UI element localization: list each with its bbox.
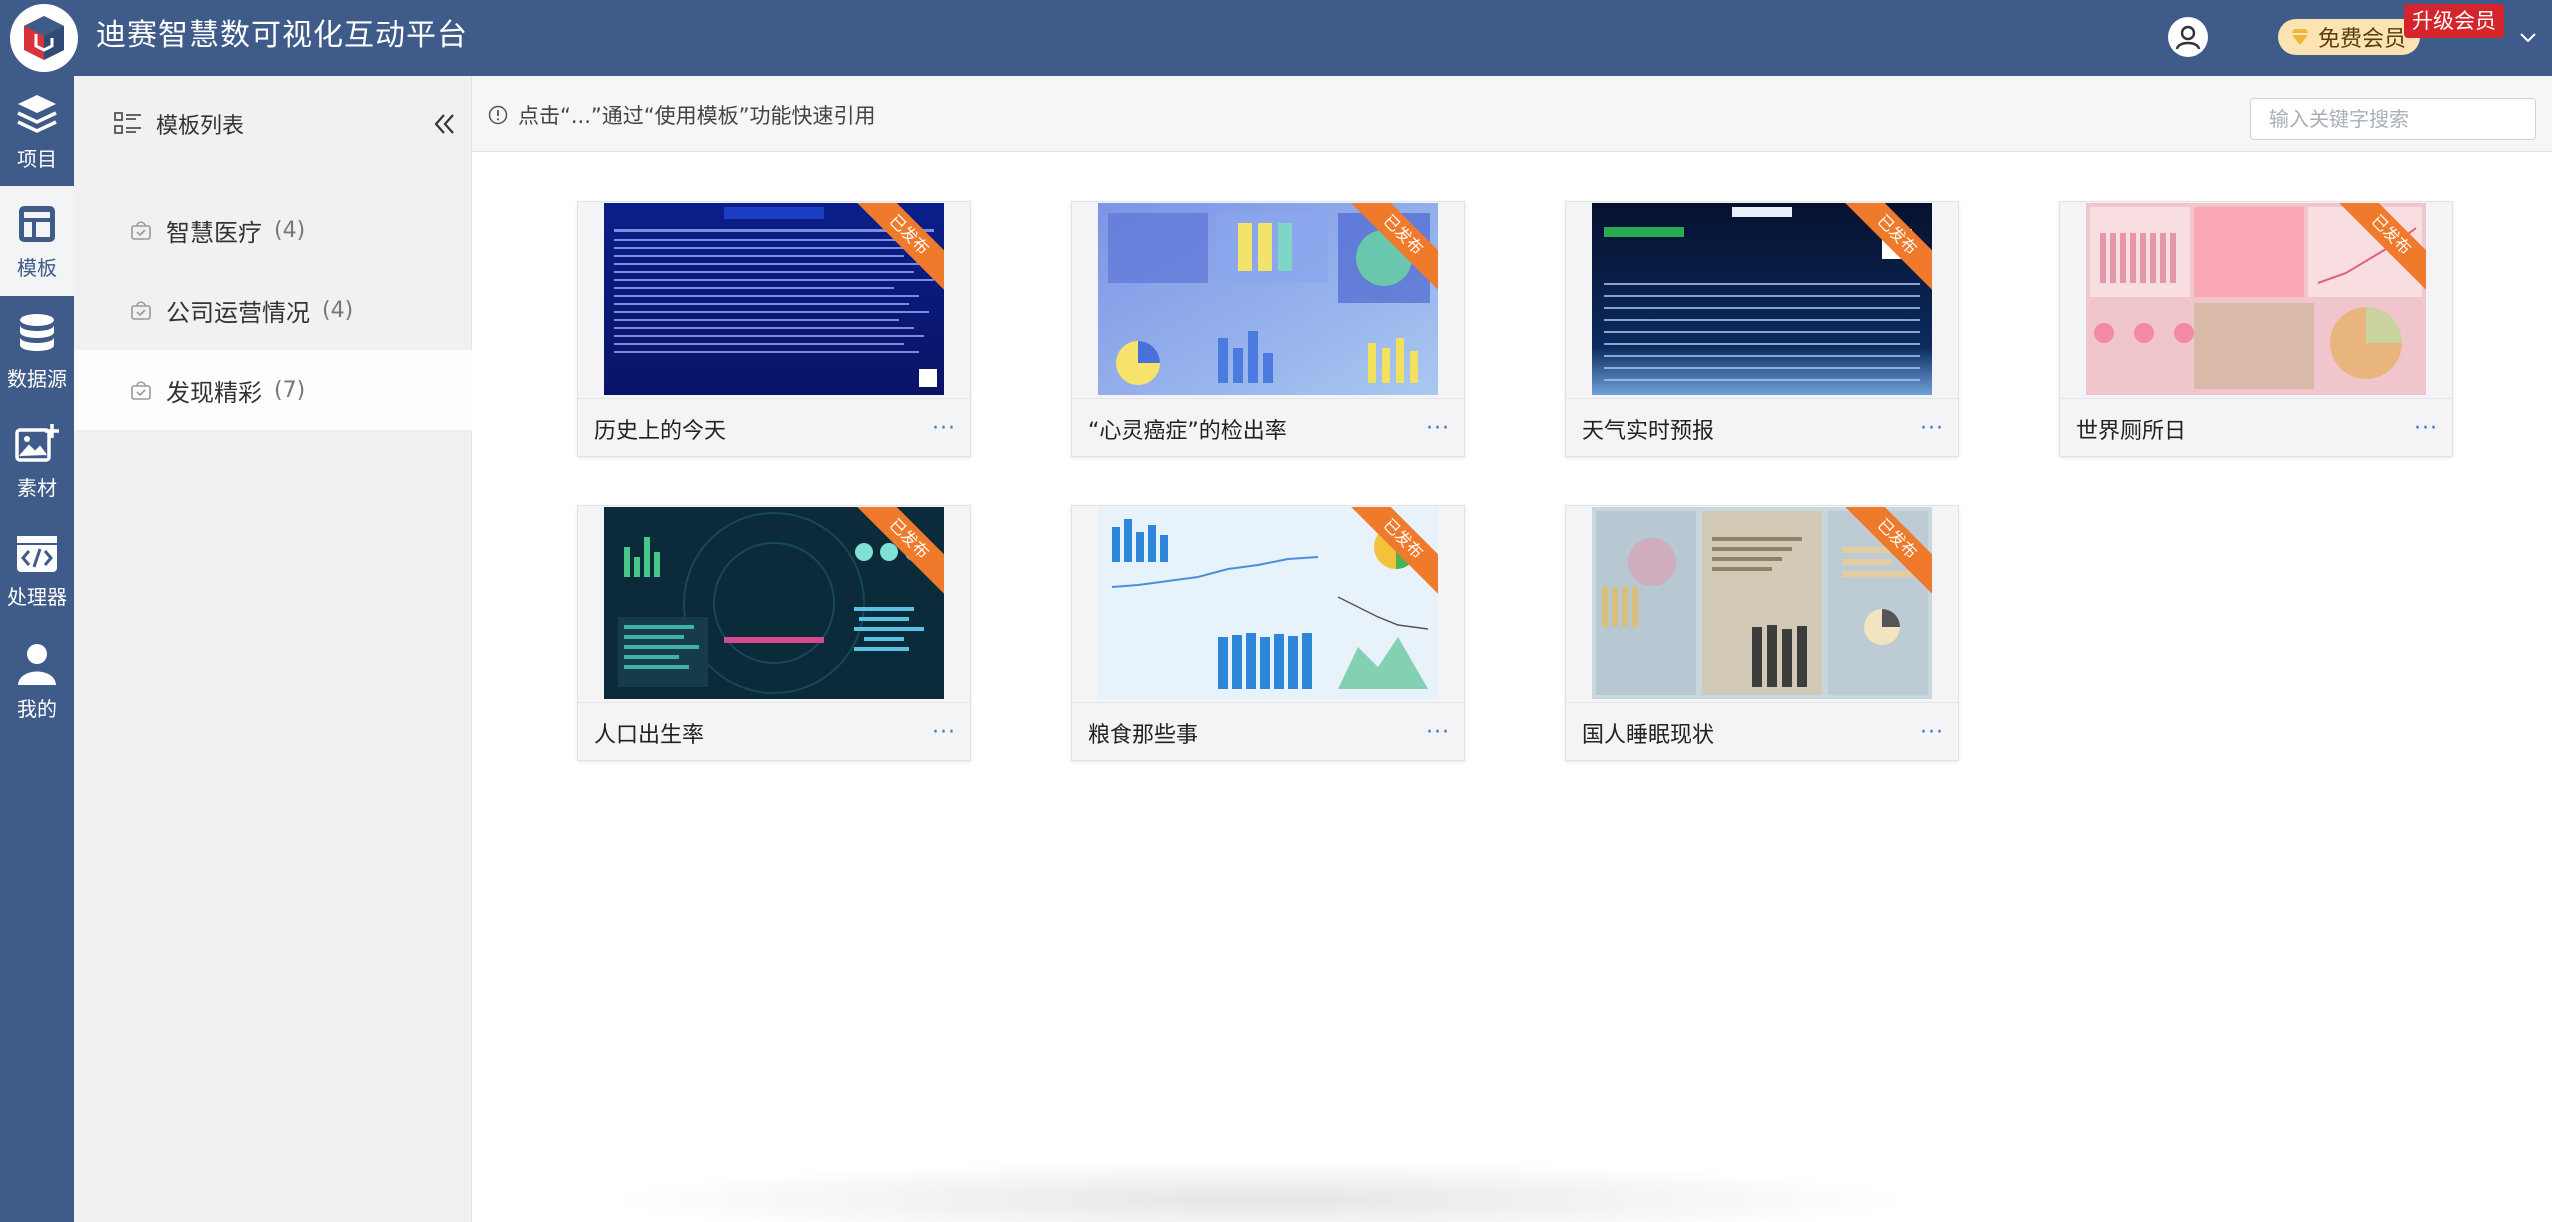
- template-icon: [19, 205, 55, 242]
- category-count: (4): [322, 297, 354, 323]
- image-add-icon: [15, 423, 59, 462]
- nav-label: 数据源: [7, 366, 67, 391]
- category-name: 智慧医疗: [166, 218, 262, 247]
- code-icon: [17, 535, 57, 572]
- collapse-double-chevron-icon[interactable]: [430, 110, 458, 138]
- category-name: 公司运营情况: [166, 298, 310, 327]
- layers-icon: [17, 94, 57, 133]
- nav-item-datasource[interactable]: 数据源: [0, 296, 74, 406]
- template-sidebar: 模板列表 智慧医疗 (4) 公司运营情况 (4) 发现精彩 (7): [74, 76, 472, 1222]
- card-footer: 天气实时预报 ···: [1566, 398, 1958, 456]
- card-footer: “心灵癌症”的检出率 ···: [1072, 398, 1464, 456]
- info-icon: [488, 105, 508, 125]
- template-card[interactable]: 已发布 世界厕所日 ···: [2059, 201, 2453, 457]
- category-count: (7): [274, 377, 306, 403]
- logo-cube-icon: [24, 16, 64, 60]
- template-title: 粮食那些事: [1088, 722, 1199, 748]
- more-options-button[interactable]: ···: [1920, 720, 1944, 745]
- database-icon: [20, 313, 54, 351]
- template-title: “心灵癌症”的检出率: [1088, 418, 1287, 444]
- template-title: 人口出生率: [594, 722, 705, 748]
- list-icon: [114, 112, 141, 134]
- top-header: 迪赛智慧数可视化互动平台 免费会员 升级会员: [0, 0, 2552, 76]
- nav-item-processor[interactable]: 处理器: [0, 516, 74, 626]
- nav-item-templates[interactable]: 模板: [0, 186, 74, 296]
- template-thumbnail[interactable]: 已发布: [1592, 203, 1932, 395]
- member-status-button[interactable]: 免费会员: [2278, 19, 2420, 55]
- hint-text: 点击“...”通过“使用模板”功能快速引用: [518, 104, 876, 128]
- more-options-button[interactable]: ···: [1426, 720, 1450, 745]
- category-name: 发现精彩: [166, 378, 262, 407]
- nav-item-mine[interactable]: 我的: [0, 626, 74, 736]
- sidebar-category-item[interactable]: 智慧医疗 (4): [74, 190, 472, 270]
- template-thumbnail[interactable]: 已发布: [604, 203, 944, 395]
- card-footer: 世界厕所日 ···: [2060, 398, 2452, 456]
- member-label: 免费会员: [2318, 27, 2407, 52]
- sidebar-category-item-active[interactable]: 发现精彩 (7): [74, 350, 472, 430]
- card-footer: 人口出生率 ···: [578, 702, 970, 760]
- chevron-down-icon[interactable]: [2516, 26, 2540, 50]
- nav-item-assets[interactable]: 素材: [0, 406, 74, 516]
- card-footer: 历史上的今天 ···: [578, 398, 970, 456]
- card-footer: 粮食那些事 ···: [1072, 702, 1464, 760]
- nav-item-projects[interactable]: 项目: [0, 76, 74, 186]
- more-options-button[interactable]: ···: [1920, 416, 1944, 441]
- more-options-button[interactable]: ···: [1426, 416, 1450, 441]
- nav-label: 项目: [17, 146, 57, 171]
- template-title: 国人睡眠现状: [1582, 722, 1715, 748]
- app-title: 迪赛智慧数可视化互动平台: [96, 18, 468, 53]
- more-options-button[interactable]: ···: [932, 720, 956, 745]
- template-card[interactable]: 已发布 天气实时预报 ···: [1565, 201, 1959, 457]
- bottom-shadow: [600, 1160, 1920, 1222]
- template-card[interactable]: 已发布 人口出生率 ···: [577, 505, 971, 761]
- app-logo[interactable]: [10, 4, 78, 72]
- template-card[interactable]: 已发布 历史上的今天 ···: [577, 201, 971, 457]
- sidebar-title: 模板列表: [156, 114, 245, 139]
- template-card[interactable]: 已发布 “心灵癌症”的检出率 ···: [1071, 201, 1465, 457]
- nav-label: 素材: [17, 475, 57, 500]
- nav-label: 模板: [17, 255, 57, 280]
- user-icon: [18, 643, 56, 685]
- upgrade-member-button[interactable]: 升级会员: [2404, 4, 2504, 38]
- search-input[interactable]: [2250, 98, 2536, 140]
- bag-icon: [131, 221, 151, 240]
- category-count: (4): [274, 217, 306, 243]
- nav-label: 处理器: [7, 584, 67, 609]
- template-title: 历史上的今天: [594, 418, 727, 444]
- template-card[interactable]: 已发布 粮食那些事 ···: [1071, 505, 1465, 761]
- card-footer: 国人睡眠现状 ···: [1566, 702, 1958, 760]
- left-nav: 项目 模板 数据源 素材 处理器 我的: [0, 76, 74, 1222]
- sidebar-category-item[interactable]: 公司运营情况 (4): [74, 270, 472, 350]
- template-thumbnail[interactable]: 已发布: [2086, 203, 2426, 395]
- user-avatar-icon[interactable]: [2168, 17, 2208, 57]
- nav-label: 我的: [17, 696, 57, 721]
- template-thumbnail[interactable]: 已发布: [1098, 507, 1438, 699]
- template-card[interactable]: 已发布 国人睡眠现状 ···: [1565, 505, 1959, 761]
- content-toolbar: 点击“...”通过“使用模板”功能快速引用: [472, 76, 2552, 152]
- template-thumbnail[interactable]: 已发布: [604, 507, 944, 699]
- template-title: 世界厕所日: [2076, 418, 2187, 444]
- template-title: 天气实时预报: [1582, 418, 1715, 444]
- bag-icon: [131, 301, 151, 320]
- bag-icon: [131, 381, 151, 400]
- usage-hint: 点击“...”通过“使用模板”功能快速引用: [488, 100, 876, 130]
- more-options-button[interactable]: ···: [932, 416, 956, 441]
- template-thumbnail[interactable]: 已发布: [1592, 507, 1932, 699]
- sidebar-header: 模板列表: [114, 104, 244, 144]
- more-options-button[interactable]: ···: [2414, 416, 2438, 441]
- template-thumbnail[interactable]: 已发布: [1098, 203, 1438, 395]
- diamond-icon: [2291, 29, 2309, 45]
